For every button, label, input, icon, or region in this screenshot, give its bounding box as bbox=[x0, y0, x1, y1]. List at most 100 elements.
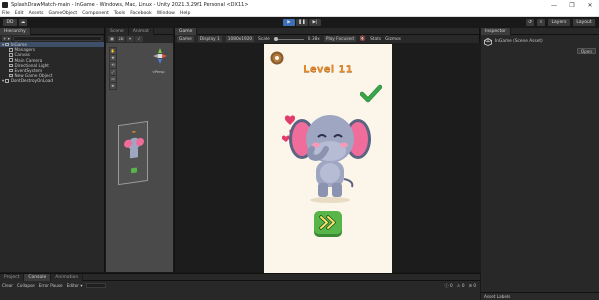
warning-count-value: 0 bbox=[461, 283, 465, 288]
clear-button[interactable]: Clear bbox=[2, 283, 13, 288]
gizmos-dropdown[interactable]: Gizmos bbox=[385, 37, 401, 42]
mute-icon[interactable]: 🔇 bbox=[360, 36, 366, 42]
editor-dropdown[interactable]: Editor ▾ bbox=[67, 283, 83, 288]
persp-label[interactable]: <Persp bbox=[152, 70, 165, 74]
menu-tools[interactable]: Tools bbox=[114, 11, 125, 16]
tab-hierarchy[interactable]: Hierarchy bbox=[0, 27, 31, 35]
hierarchy-search-input[interactable] bbox=[13, 36, 102, 41]
display-dropdown[interactable]: Display 1 bbox=[197, 36, 222, 42]
gameobject-icon bbox=[9, 68, 13, 73]
scale-tool-icon[interactable]: ⤢ bbox=[110, 69, 116, 75]
menu-bar: File Edit Assets GameObject Component To… bbox=[0, 10, 599, 17]
menu-gameobject[interactable]: GameObject bbox=[49, 11, 78, 16]
warning-count[interactable]: ⚠ 0 bbox=[457, 283, 465, 289]
scale-label: Scale bbox=[258, 36, 270, 42]
gameobject-icon bbox=[9, 63, 13, 68]
menu-component[interactable]: Component bbox=[82, 11, 109, 16]
scale-value: 0.38x bbox=[307, 36, 320, 42]
game-toolbar: Game Display 1 1080x1920 Scale 0.38x Pla… bbox=[175, 35, 479, 43]
settings-gear-icon[interactable] bbox=[270, 51, 284, 65]
add-object-button[interactable]: + ▾ bbox=[2, 36, 11, 41]
tab-console[interactable]: Console bbox=[24, 273, 52, 281]
error-pause-button[interactable]: Error Pause bbox=[39, 283, 63, 288]
scene-header: Scene Animat bbox=[106, 27, 173, 35]
game-mode-dropdown[interactable]: Game bbox=[177, 36, 194, 42]
move-tool-icon[interactable]: ✥ bbox=[110, 55, 116, 61]
console-counts: ⓘ 0 ⚠ 0 ⊘ 0 bbox=[445, 283, 476, 289]
tab-animator[interactable]: Animat bbox=[128, 27, 154, 35]
scene-asset-icon bbox=[484, 37, 492, 46]
menu-assets[interactable]: Assets bbox=[29, 11, 44, 16]
layers-dropdown[interactable]: Layers bbox=[548, 18, 570, 26]
light-toggle[interactable]: ☀ bbox=[126, 36, 134, 42]
search-icon[interactable]: ⌕ bbox=[537, 18, 545, 26]
step-button[interactable]: ▶| bbox=[309, 18, 321, 26]
collapse-button[interactable]: Collapse bbox=[17, 283, 35, 288]
play-focused-dropdown[interactable]: Play Focused bbox=[323, 36, 356, 42]
gameobject-icon bbox=[9, 58, 13, 62]
play-button[interactable]: ▶ bbox=[283, 18, 295, 26]
history-icon[interactable]: ↺ bbox=[526, 18, 534, 26]
game-screen: Level 11 bbox=[264, 44, 392, 273]
hierarchy-header: Hierarchy bbox=[0, 27, 104, 35]
game-viewport[interactable]: Level 11 bbox=[175, 43, 481, 273]
scene-elephant-icon: ▬ bbox=[124, 129, 144, 174]
game-header: Game bbox=[175, 27, 479, 35]
menu-window[interactable]: Window bbox=[157, 11, 175, 16]
expand-arrow-icon[interactable]: ▾ bbox=[2, 78, 4, 83]
tab-game[interactable]: Game bbox=[175, 27, 198, 35]
tab-project[interactable]: Project bbox=[0, 273, 25, 281]
transform-tool-icon[interactable]: ⊕ bbox=[110, 83, 116, 89]
inspector-object-row: InGame (Scene Asset) bbox=[481, 37, 599, 46]
gameobject-icon bbox=[9, 48, 13, 52]
next-button[interactable] bbox=[313, 210, 343, 238]
account-button[interactable]: DD bbox=[3, 18, 17, 26]
tab-animation[interactable]: Animation bbox=[51, 273, 84, 281]
menu-file[interactable]: File bbox=[2, 11, 10, 16]
main-toolbar: DD ☁ ▶ ❚❚ ▶| ↺ ⌕ Layers Layout bbox=[0, 17, 599, 27]
menu-edit[interactable]: Edit bbox=[15, 11, 24, 16]
window-titlebar: SplashDrawMatch-main - InGame - Windows,… bbox=[0, 0, 599, 10]
hierarchy-tree: ▾ InGame Managers Canvas Main Camera Directi… bbox=[0, 42, 104, 84]
2d-toggle[interactable]: 2D bbox=[117, 36, 125, 42]
scene-panel: Scene Animat ▦ 2D ☀ ♪ ✋ ✥ ⟲ ⤢ ▭ ⊕ <Persp bbox=[106, 27, 173, 272]
rect-tool-icon[interactable]: ▭ bbox=[110, 76, 116, 82]
expand-arrow-icon[interactable]: ▾ bbox=[2, 42, 4, 47]
minimize-icon[interactable]: — bbox=[545, 0, 563, 10]
cloud-icon[interactable]: ☁ bbox=[19, 18, 27, 26]
scale-slider[interactable] bbox=[273, 37, 304, 41]
gameobject-icon bbox=[9, 73, 13, 78]
level-title: Level 11 bbox=[303, 64, 353, 75]
hierarchy-item[interactable]: ▾ DontDestroyOnLoad bbox=[0, 78, 104, 83]
error-count[interactable]: ⊘ 0 bbox=[468, 283, 476, 289]
stats-button[interactable]: Stats bbox=[370, 37, 381, 42]
rotate-tool-icon[interactable]: ⟲ bbox=[110, 62, 116, 68]
window-controls: — ❐ ✕ bbox=[545, 0, 599, 10]
hierarchy-search-bar: + ▾ bbox=[0, 35, 104, 42]
inspector-object-name: InGame (Scene Asset) bbox=[495, 39, 543, 44]
restore-icon[interactable]: ❐ bbox=[563, 0, 581, 10]
audio-toggle[interactable]: ♪ bbox=[135, 36, 143, 42]
tab-inspector[interactable]: Inspector bbox=[481, 27, 511, 35]
info-count[interactable]: ⓘ 0 bbox=[445, 283, 453, 289]
hand-tool-icon[interactable]: ✋ bbox=[110, 48, 116, 54]
hierarchy-item-label: DontDestroyOnLoad bbox=[10, 78, 53, 84]
orientation-gizmo-icon[interactable] bbox=[152, 47, 168, 65]
tab-scene[interactable]: Scene bbox=[106, 27, 129, 35]
console-search-input[interactable] bbox=[86, 282, 107, 288]
layout-dropdown[interactable]: Layout bbox=[573, 18, 595, 26]
gameobject-icon bbox=[5, 42, 9, 47]
menu-facebook[interactable]: Facebook bbox=[130, 11, 152, 16]
open-button[interactable]: Open bbox=[576, 48, 596, 54]
bottom-header: Project Console Animation bbox=[0, 273, 480, 281]
asset-labels-section[interactable]: Asset Labels bbox=[481, 292, 599, 300]
draw-mode-button[interactable]: ▦ bbox=[108, 36, 116, 42]
scene-viewport[interactable]: ✋ ✥ ⟲ ⤢ ▭ ⊕ <Persp ▬ bbox=[106, 43, 173, 272]
menu-help[interactable]: Help bbox=[180, 11, 190, 16]
close-icon[interactable]: ✕ bbox=[581, 0, 599, 10]
resolution-dropdown[interactable]: 1080x1920 bbox=[225, 36, 255, 42]
gameobject-icon bbox=[5, 79, 9, 83]
play-controls: ▶ ❚❚ ▶| bbox=[283, 18, 321, 26]
error-count-value: 0 bbox=[473, 283, 476, 288]
pause-button[interactable]: ❚❚ bbox=[296, 18, 308, 26]
